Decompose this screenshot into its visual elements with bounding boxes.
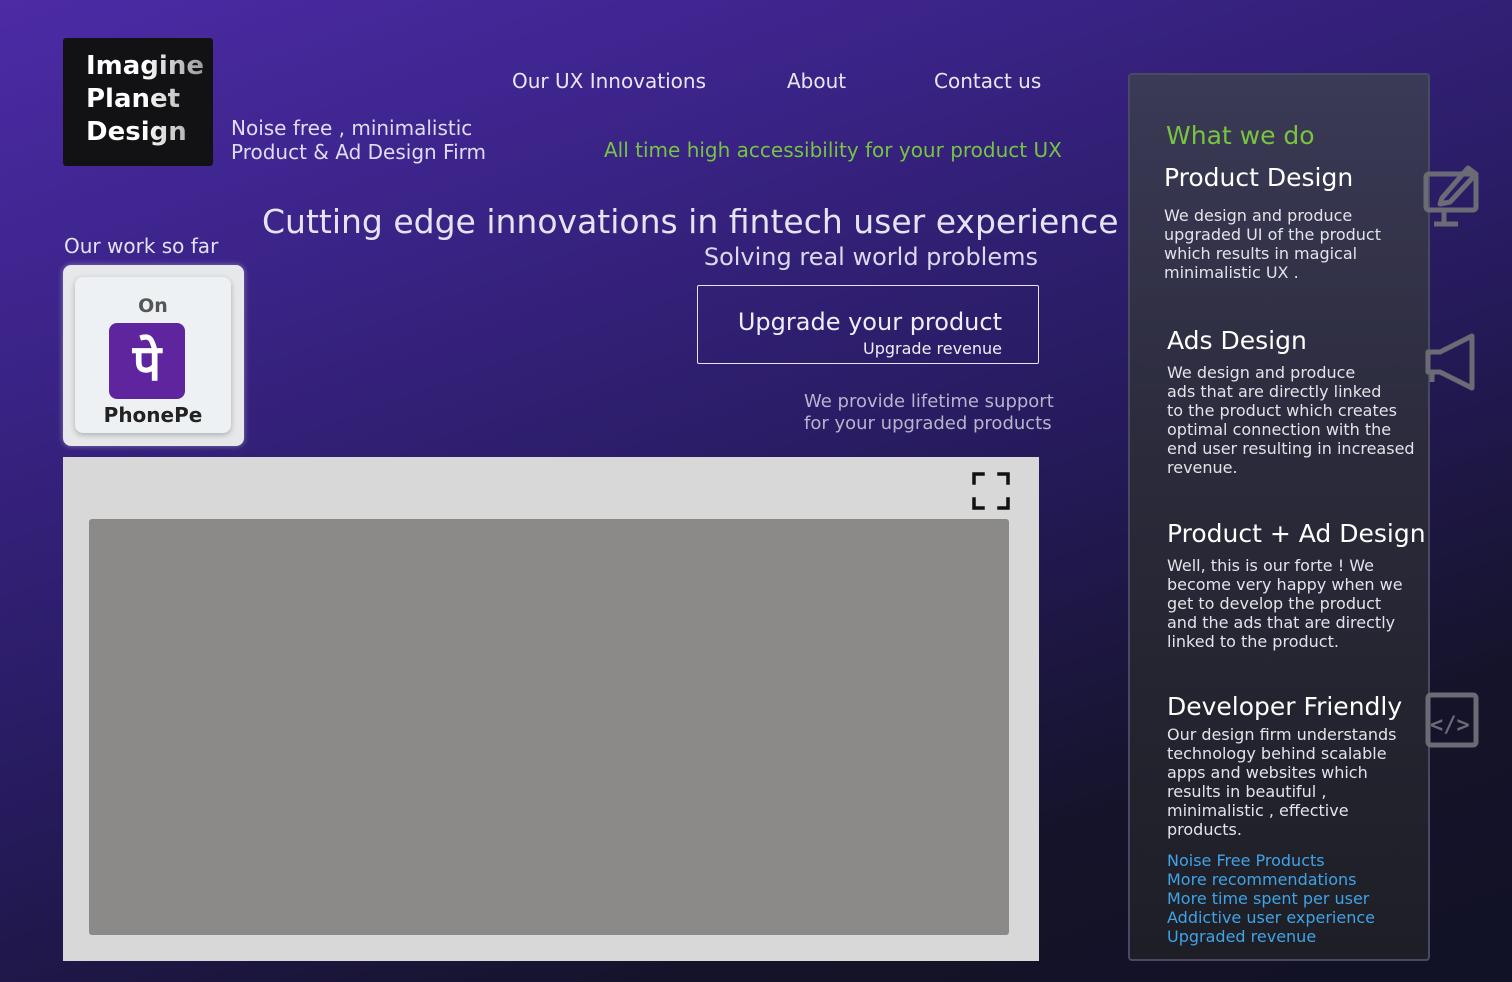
media-placeholder[interactable] [89,519,1009,935]
benefit-link[interactable]: Upgraded revenue [1167,927,1402,946]
body-line: Our design firm understands [1167,725,1397,744]
fullscreen-icon[interactable] [971,471,1011,511]
upgrade-product-button[interactable]: Upgrade your product Upgrade revenue [697,285,1039,364]
support-text: We provide lifetime support for your upg… [804,391,1054,435]
service-developer-friendly: Developer Friendly Our design firm under… [1167,692,1402,946]
code-icon: </> [1425,692,1479,748]
body-line: end user resulting in increased [1167,439,1415,458]
benefit-link[interactable]: Noise Free Products [1167,851,1402,870]
service-title: Product Design [1164,163,1354,192]
body-line: get to develop the product [1167,594,1382,613]
hero-title: Cutting edge innovations in fintech user… [262,202,1119,241]
body-line: results in beautiful , [1167,782,1327,801]
support-line: for your upgraded products [804,413,1052,434]
phonepe-logo-glyph: पे [132,334,162,392]
media-frame [63,457,1039,961]
service-body: We design and produce upgraded UI of the… [1164,206,1381,282]
body-line: minimalistic UX . [1164,263,1299,282]
body-line: Well, this is our forte ! We [1167,556,1374,575]
body-line: technology behind scalable [1167,744,1387,763]
benefit-link[interactable]: More recommendations [1167,870,1402,889]
service-body: Well, this is our forte ! We become very… [1167,556,1426,651]
upgrade-button-sublabel: Upgrade revenue [863,339,1002,358]
logo-line: Design [86,116,213,149]
services-panel: What we do Product Design We design and … [1128,73,1430,961]
benefit-link[interactable]: Addictive user experience [1167,908,1402,927]
monitor-edit-icon [1423,165,1479,227]
body-line: products. [1167,820,1242,839]
logo-line: Planet [86,83,213,116]
megaphone-icon [1425,333,1475,391]
body-line: upgraded UI of the product [1164,225,1381,244]
body-line: revenue. [1167,458,1238,477]
tagline-line: Noise free , minimalistic [231,116,473,140]
body-line: to the product which creates [1167,401,1397,420]
benefit-link[interactable]: More time spent per user [1167,889,1402,908]
work-card-name: PhonePe [103,403,203,427]
body-line: We design and produce [1167,363,1356,382]
body-line: ads that are directly linked [1167,382,1382,401]
body-line: We design and produce [1164,206,1353,225]
services-heading: What we do [1166,121,1315,150]
body-line: optimal connection with the [1167,420,1392,439]
body-line: minimalistic , effective [1167,801,1349,820]
work-card[interactable]: On पे PhonePe [63,265,244,446]
service-title: Ads Design [1167,326,1307,355]
nav-item-about[interactable]: About [787,69,846,93]
work-card-prefix: On [138,295,168,317]
hero-subtitle: Solving real world problems [703,243,1038,271]
accessibility-tagline: All time high accessibility for your pro… [604,138,1062,162]
brand-tagline: Noise free , minimalistic Product & Ad D… [231,116,486,164]
service-body: Our design firm understands technology b… [1167,725,1402,839]
brand-logo[interactable]: Imagine Planet Design [63,38,213,166]
nav-item-contact[interactable]: Contact us [934,69,1041,93]
body-line: apps and websites which [1167,763,1368,782]
phonepe-logo-icon: पे [109,323,185,399]
service-title: Product + Ad Design [1167,519,1426,548]
upgrade-button-label: Upgrade your product [737,308,1002,336]
service-title: Developer Friendly [1167,692,1403,721]
tagline-line: Product & Ad Design Firm [231,140,486,164]
service-product-ad-design: Product + Ad Design Well, this is our fo… [1167,519,1426,651]
nav-item-ux-innovations[interactable]: Our UX Innovations [512,69,706,93]
service-ads-design: Ads Design We design and produce ads tha… [1167,326,1415,477]
support-line: We provide lifetime support [804,391,1054,412]
body-line: and the ads that are directly [1167,613,1396,632]
work-label: Our work so far [64,234,219,258]
body-line: linked to the product. [1167,632,1339,651]
logo-line: Imagine [86,50,213,83]
work-card-inner: On पे PhonePe [75,277,231,433]
service-body: We design and produce ads that are direc… [1167,363,1415,477]
service-product-design: Product Design We design and produce upg… [1164,163,1381,282]
svg-text:</>: </> [1430,713,1470,738]
benefits-list: Noise Free Products More recommendations… [1167,851,1402,946]
body-line: which results in magical [1164,244,1358,263]
body-line: become very happy when we [1167,575,1403,594]
